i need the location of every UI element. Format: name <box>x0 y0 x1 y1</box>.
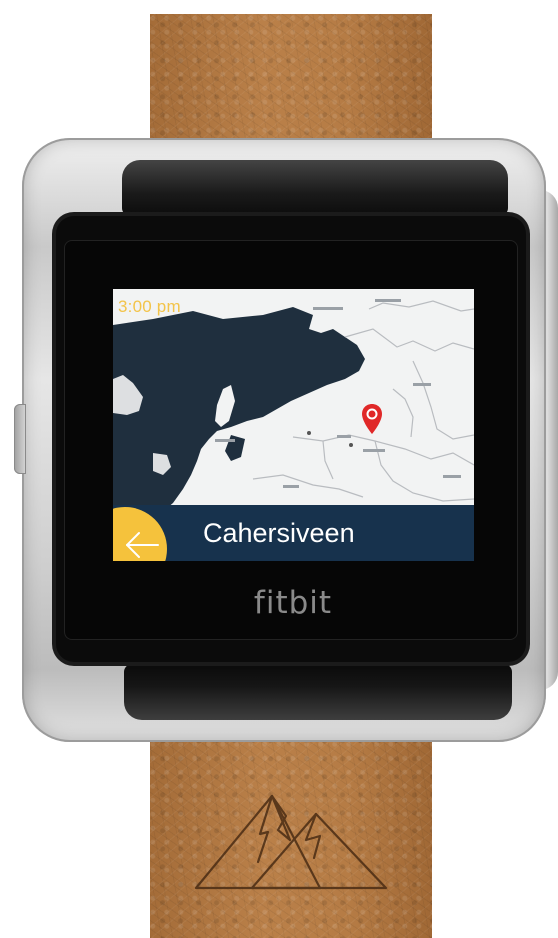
bezel-top <box>122 160 508 216</box>
location-bar: Cahersiveen <box>113 505 474 561</box>
time-display: 3:00 pm <box>118 297 181 316</box>
bezel-bottom <box>124 664 512 720</box>
mountain-logo <box>194 794 388 890</box>
brand-label: fitbit <box>253 585 333 621</box>
location-name: Cahersiveen <box>203 518 355 548</box>
back-arrow-icon <box>126 532 159 558</box>
side-button[interactable] <box>14 404 26 474</box>
fitbit-watch-mockup: 3:00 pm Cahersiveen fitbit <box>0 0 558 938</box>
map-pin-icon[interactable] <box>361 403 383 435</box>
watch-screen: 3:00 pm Cahersiveen <box>113 289 474 561</box>
strap-bottom <box>150 712 432 938</box>
